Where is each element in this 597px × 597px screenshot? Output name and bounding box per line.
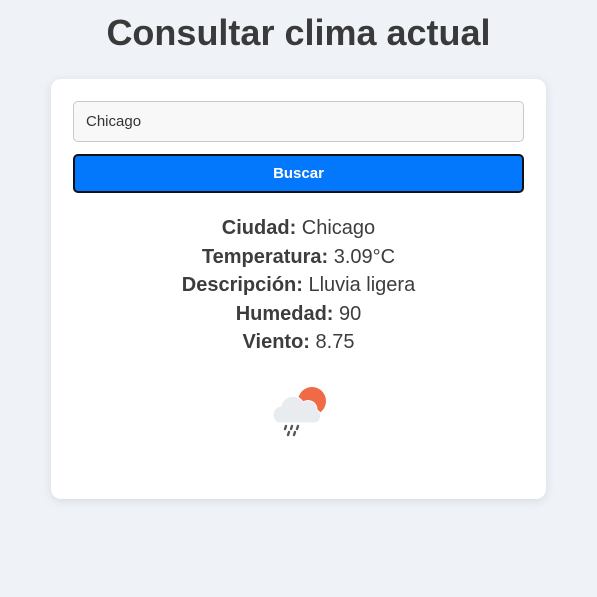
temperature-value: 3.09°C <box>333 245 396 268</box>
wind-value: 8.75 <box>315 331 355 354</box>
humidity-row: Humedad: 90 <box>51 300 546 329</box>
humidity-label: Humedad: <box>235 302 334 325</box>
page-title: Consultar clima actual <box>106 12 491 53</box>
weather-results: Ciudad: Chicago Temperatura: 3.09°C Desc… <box>51 214 546 357</box>
description-row: Descripción: Lluvia ligera <box>51 271 546 300</box>
temperature-label: Temperatura: <box>201 245 329 268</box>
temperature-row: Temperatura: 3.09°C <box>51 243 546 272</box>
humidity-value: 90 <box>339 302 362 325</box>
wind-label: Viento: <box>242 331 310 354</box>
light-rain-cloud-sun-icon <box>272 387 326 437</box>
city-search-input[interactable] <box>73 101 524 142</box>
city-row: Ciudad: Chicago <box>51 214 546 243</box>
search-button[interactable]: Buscar <box>73 154 524 193</box>
description-value: Lluvia ligera <box>308 274 416 297</box>
wind-row: Viento: 8.75 <box>51 328 546 357</box>
city-label: Ciudad: <box>221 217 297 239</box>
weather-card: Buscar Ciudad: Chicago Temperatura: 3.09… <box>51 79 546 499</box>
city-value: Chicago <box>301 217 376 239</box>
description-label: Descripción: <box>181 274 303 297</box>
